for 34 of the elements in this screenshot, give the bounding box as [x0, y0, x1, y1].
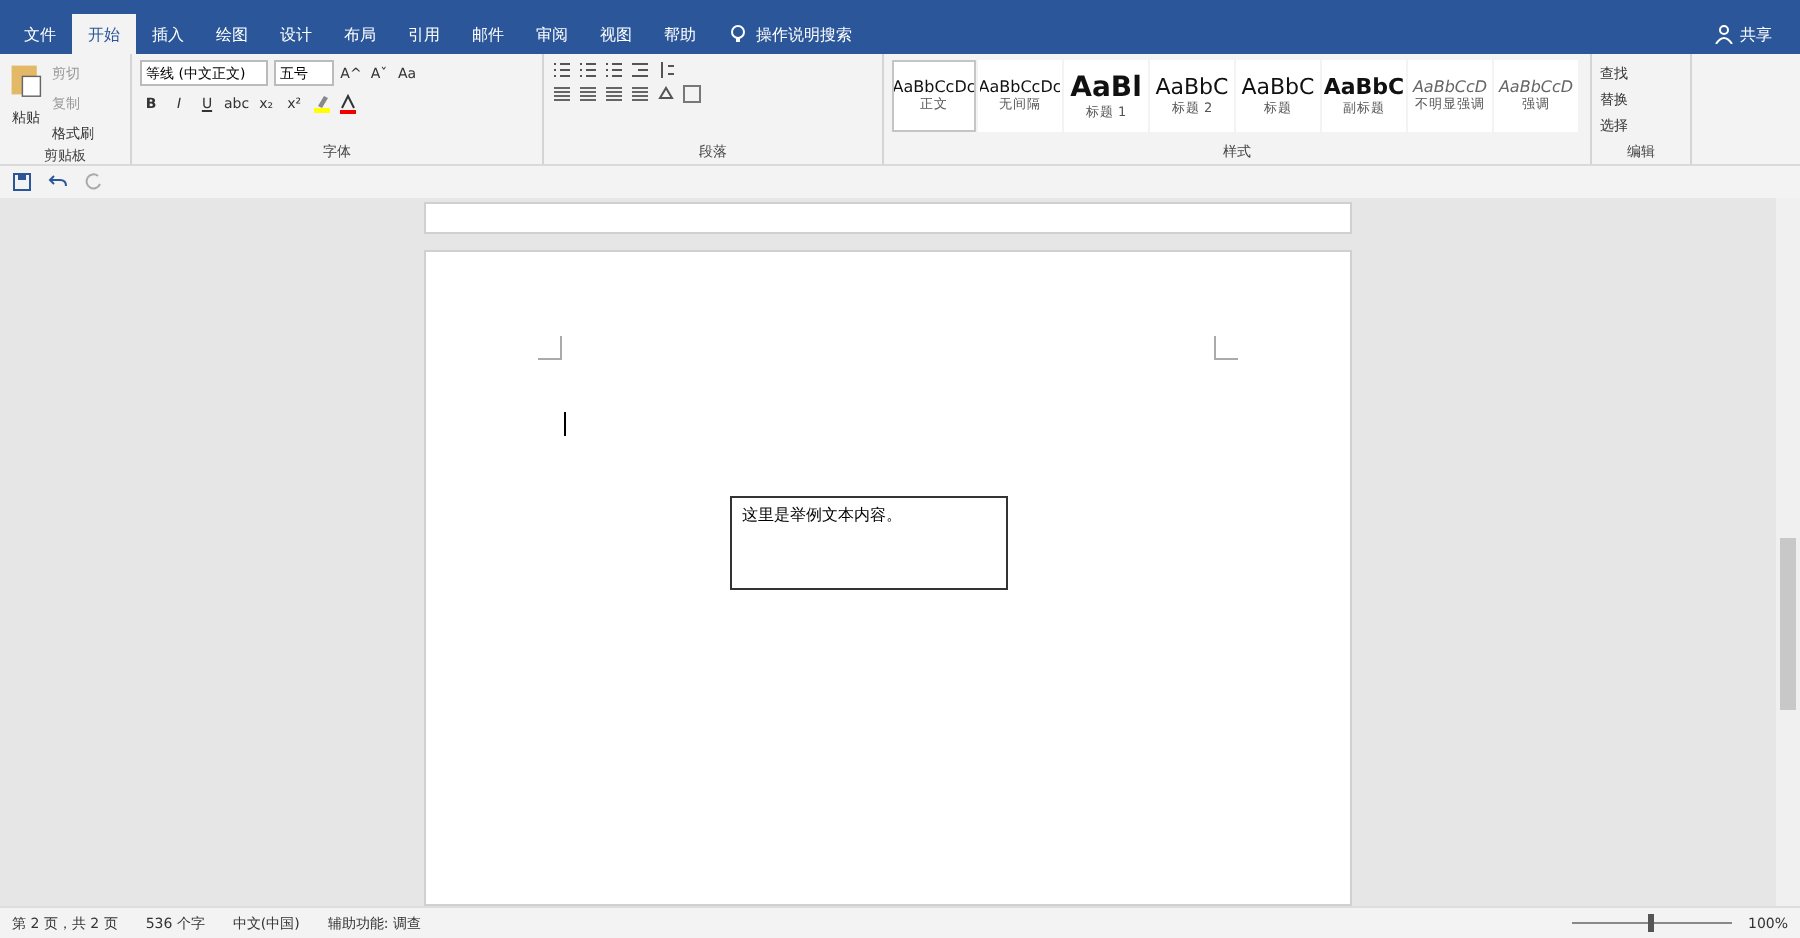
- save-icon[interactable]: [12, 172, 32, 192]
- zoom-slider-thumb[interactable]: [1648, 914, 1655, 932]
- text-cursor: [564, 412, 566, 436]
- align-icon[interactable]: [604, 84, 624, 104]
- ribbon-tab[interactable]: 文件: [8, 14, 72, 54]
- list-icon[interactable]: [552, 60, 572, 80]
- ribbon-tab[interactable]: 视图: [584, 14, 648, 54]
- align-icon[interactable]: [578, 84, 598, 104]
- share-button[interactable]: 共享: [1740, 23, 1772, 45]
- ribbon-tab[interactable]: 绘图: [200, 14, 264, 54]
- undo-icon[interactable]: [48, 172, 68, 192]
- ribbon-tab[interactable]: 帮助: [648, 14, 712, 54]
- clipboard-icon[interactable]: [8, 60, 44, 100]
- list-icon[interactable]: [604, 60, 624, 80]
- ribbon-tab[interactable]: 审阅: [520, 14, 584, 54]
- margin-mark: [538, 336, 562, 360]
- tell-me-search[interactable]: 操作说明搜索: [756, 23, 852, 45]
- text-box[interactable]: 这里是举例文本内容。: [730, 496, 1008, 590]
- lightbulb-icon[interactable]: [728, 24, 748, 44]
- list-icon[interactable]: [578, 60, 598, 80]
- indent-icon[interactable]: [630, 60, 650, 80]
- align-icon[interactable]: [552, 84, 572, 104]
- border-icon[interactable]: [682, 84, 702, 104]
- font-color-icon[interactable]: [337, 93, 358, 113]
- align-icon[interactable]: [630, 84, 650, 104]
- ribbon-tab[interactable]: 开始: [72, 14, 136, 54]
- ribbon-tab[interactable]: 设计: [264, 14, 328, 54]
- scrollbar[interactable]: [1776, 198, 1800, 906]
- ribbon-tab[interactable]: 插入: [136, 14, 200, 54]
- person-icon[interactable]: [1714, 24, 1734, 44]
- ribbon-tab[interactable]: 引用: [392, 14, 456, 54]
- margin-mark: [1214, 336, 1238, 360]
- ribbon-tab[interactable]: 邮件: [456, 14, 520, 54]
- ribbon-tab[interactable]: 布局: [328, 14, 392, 54]
